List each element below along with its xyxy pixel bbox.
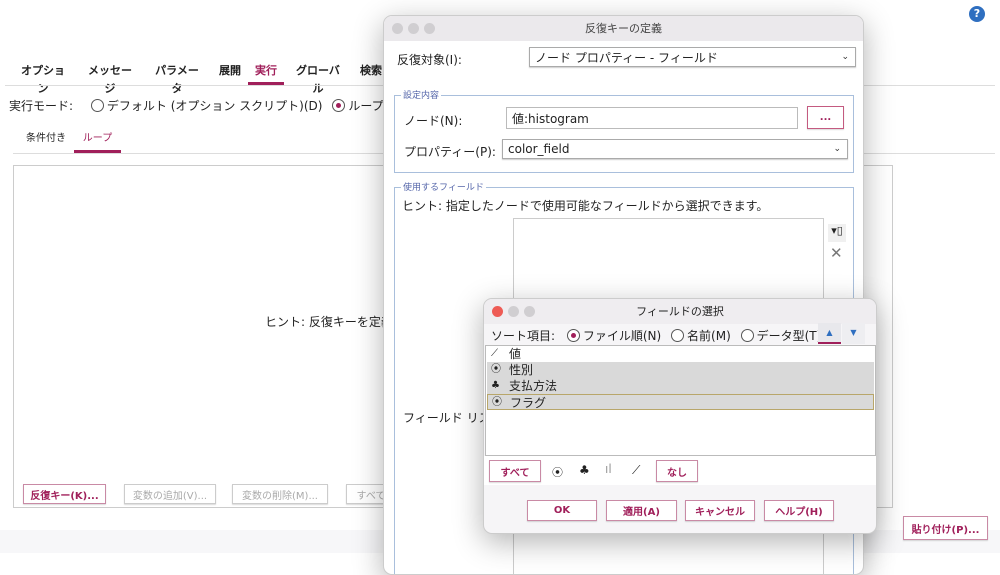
- help-icon[interactable]: ?: [969, 6, 985, 22]
- dialog-title: フィールドの選択: [636, 305, 724, 318]
- continuous-type-icon[interactable]: ⟋: [632, 463, 640, 478]
- close-window-icon[interactable]: [392, 23, 403, 34]
- delete-variable-button[interactable]: 変数の削除(M)...: [232, 484, 328, 504]
- chevron-down-icon: ⌄: [833, 144, 841, 154]
- flag-icon: ⦿: [491, 364, 501, 375]
- zoom-window-icon[interactable]: [524, 306, 535, 317]
- minimize-window-icon[interactable]: [408, 23, 419, 34]
- dialog-titlebar: フィールドの選択: [484, 299, 876, 324]
- nominal-type-icon[interactable]: ♣: [579, 463, 590, 477]
- help-button[interactable]: ヘルプ(H): [764, 500, 834, 521]
- sort-row: ソート項目: ファイル順(N) 名前(M) データ型(T): [491, 327, 821, 344]
- property-select[interactable]: color_field ⌄: [502, 139, 848, 159]
- flag-type-icon[interactable]: ⦿: [552, 464, 563, 480]
- sort-ascending-icon[interactable]: ▲: [818, 323, 841, 344]
- apply-button[interactable]: 適用(A): [606, 500, 677, 521]
- minimize-window-icon[interactable]: [508, 306, 519, 317]
- property-label: プロパティー(P):: [404, 145, 496, 159]
- fields-group-label: 使用するフィールド: [401, 180, 486, 193]
- select-all-button[interactable]: すべて: [489, 460, 541, 482]
- select-none-button[interactable]: なし: [656, 460, 698, 482]
- field-selection-dialog: フィールドの選択 ソート項目: ファイル順(N) 名前(M) データ型(T) ▲…: [483, 298, 877, 534]
- field-list-label: フィールド リス: [403, 411, 491, 425]
- run-mode-default[interactable]: デフォルト (オプション スクリプト)(D): [90, 99, 322, 113]
- tab-options[interactable]: オプション: [16, 62, 70, 95]
- continuous-icon: ⟋: [491, 348, 498, 359]
- iteration-key-button[interactable]: 反復キー(K)...: [23, 484, 106, 504]
- zoom-window-icon[interactable]: [424, 23, 435, 34]
- field-row-gender[interactable]: ⦿ 性別: [487, 362, 874, 378]
- fields-hint: ヒント: 指定したノードで使用可能なフィールドから選択できます。: [402, 199, 769, 213]
- node-label: ノード(N):: [404, 114, 463, 128]
- target-select[interactable]: ノード プロパティー - フィールド ⌄: [529, 47, 856, 67]
- tab-deploy[interactable]: 展開: [217, 62, 243, 85]
- flag-icon: ⦿: [492, 397, 502, 408]
- add-variable-button[interactable]: 変数の追加(V)...: [124, 484, 216, 504]
- sort-file-order[interactable]: ファイル順(N): [566, 329, 661, 343]
- nominal-icon: ♣: [491, 380, 500, 391]
- close-window-icon[interactable]: [492, 306, 503, 317]
- delete-icon[interactable]: ✕: [830, 244, 843, 262]
- field-list[interactable]: ⟋ 値 ⦿ 性別 ♣ 支払方法 ⦿ フラグ: [485, 345, 876, 456]
- field-row-payment[interactable]: ♣ 支払方法: [487, 378, 874, 394]
- subtab-conditional[interactable]: 条件付き: [24, 130, 68, 153]
- ok-button[interactable]: OK: [527, 500, 597, 521]
- tab-messages[interactable]: メッセージ: [84, 62, 136, 95]
- paste-button[interactable]: 貼り付け(P)...: [903, 516, 988, 540]
- sort-label: ソート項目:: [491, 329, 556, 343]
- settings-group-label: 設定内容: [401, 88, 442, 101]
- tab-execution[interactable]: 実行: [248, 62, 284, 85]
- tab-global[interactable]: グローバル: [292, 62, 344, 95]
- dialog-title: 反復キーの定義: [585, 22, 662, 35]
- node-input[interactable]: 値:histogram: [506, 107, 798, 129]
- tab-search[interactable]: 検索: [359, 62, 383, 85]
- field-row-value[interactable]: ⟋ 値: [487, 346, 874, 362]
- browse-node-button[interactable]: ...: [807, 106, 844, 129]
- pick-fields-icon[interactable]: ▾▯: [828, 224, 846, 242]
- chevron-down-icon: ⌄: [841, 52, 849, 62]
- settings-group: 設定内容 ノード(N): 値:histogram ... プロパティー(P): …: [394, 88, 854, 173]
- sort-descending-icon[interactable]: ▼: [842, 323, 865, 344]
- dialog-titlebar: 反復キーの定義: [384, 16, 863, 41]
- run-mode-label: 実行モード:: [9, 99, 74, 113]
- tab-parameters[interactable]: パラメータ: [151, 62, 203, 95]
- subtab-loop[interactable]: ループ: [74, 130, 121, 153]
- field-row-flag[interactable]: ⦿ フラグ: [487, 394, 874, 410]
- cancel-button[interactable]: キャンセル: [685, 500, 755, 521]
- target-label: 反復対象(I):: [397, 53, 462, 67]
- run-mode-row: 実行モード: デフォルト (オプション スクリプト)(D) ループ /: [9, 97, 391, 114]
- ordinal-type-icon[interactable]: ıl: [605, 462, 612, 476]
- sort-type[interactable]: データ型(T): [740, 329, 821, 343]
- sort-name[interactable]: 名前(M): [671, 329, 731, 343]
- loop-hint: ヒント: 反復キーを定義: [265, 315, 393, 329]
